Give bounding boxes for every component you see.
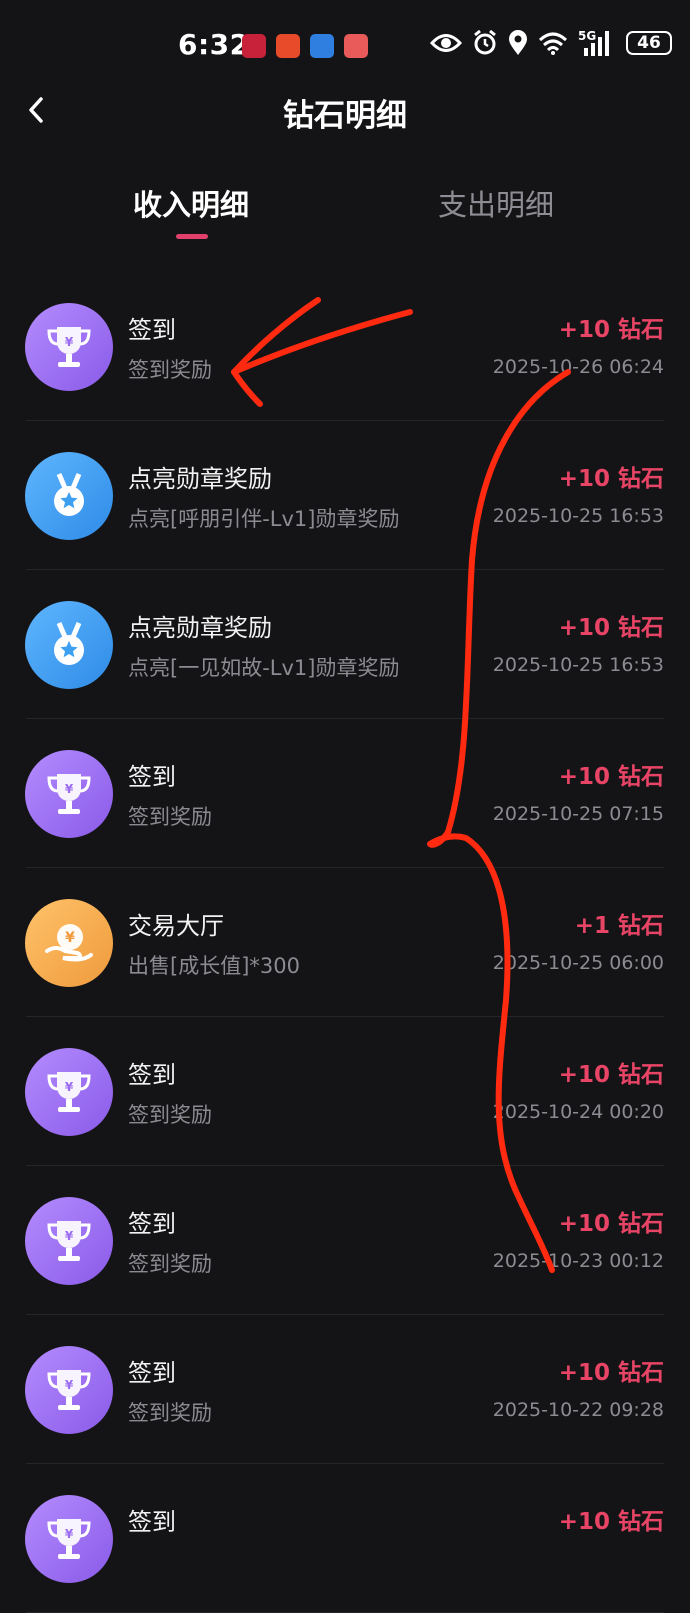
record-amount: +10 钻石 <box>558 466 664 492</box>
record-subtitle: 签到奖励 <box>128 1103 212 1127</box>
record-date: 2025-10-22 09:28 <box>492 1399 664 1421</box>
list-item[interactable]: ¥ 交易大厅 出售[成长值]*300 +1 钻石 2025-10-25 06:0… <box>0 868 690 1017</box>
list-item[interactable]: ¥ 签到 +10 钻石 <box>0 1464 690 1613</box>
coin-hand-icon: ¥ <box>25 899 113 987</box>
record-title: 点亮勋章奖励 <box>128 465 272 493</box>
record-amount: +10 钻石 <box>558 615 664 641</box>
wifi-icon <box>538 31 568 55</box>
list-item[interactable]: 点亮勋章奖励 点亮[呼朋引伴-Lv1]勋章奖励 +10 钻石 2025-10-2… <box>0 421 690 570</box>
record-title: 签到 <box>128 763 176 791</box>
record-amount: +10 钻石 <box>558 1211 664 1237</box>
trophy-icon: ¥ <box>25 1346 113 1434</box>
notification-app-icons <box>242 34 368 58</box>
record-title: 签到 <box>128 1508 176 1536</box>
income-record-list: ¥ 签到 签到奖励 +10 钻石 2025-10-26 06:24 点亮勋章奖励… <box>0 272 690 1613</box>
record-date: 2025-10-25 07:15 <box>492 803 664 825</box>
record-subtitle: 出售[成长值]*300 <box>128 954 300 978</box>
record-subtitle: 签到奖励 <box>128 805 212 829</box>
svg-text:¥: ¥ <box>65 1378 74 1392</box>
record-subtitle: 签到奖励 <box>128 1252 212 1276</box>
record-subtitle: 点亮[一见如故-Lv1]勋章奖励 <box>128 656 400 680</box>
list-item[interactable]: ¥ 签到 签到奖励 +10 钻石 2025-10-23 00:12 <box>0 1166 690 1315</box>
tab-expense[interactable]: 支出明细 <box>438 182 554 224</box>
status-icons: 5G 46 <box>430 30 672 56</box>
svg-text:¥: ¥ <box>65 1527 74 1541</box>
record-subtitle: 签到奖励 <box>128 358 212 382</box>
trophy-icon: ¥ <box>25 1197 113 1285</box>
trophy-icon: ¥ <box>25 1048 113 1136</box>
trophy-icon: ¥ <box>25 750 113 838</box>
status-time: 6:32 <box>178 28 250 61</box>
svg-text:¥: ¥ <box>65 930 75 946</box>
weather-app-icon <box>310 34 334 58</box>
medal-icon <box>25 452 113 540</box>
record-date: 2025-10-25 06:00 <box>492 952 664 974</box>
record-amount: +10 钻石 <box>558 1062 664 1088</box>
page-header: 钻石明细 <box>0 80 690 140</box>
alarm-icon <box>472 30 498 56</box>
record-date: 2025-10-25 16:53 <box>492 505 664 527</box>
record-title: 签到 <box>128 1061 176 1089</box>
list-item[interactable]: ¥ 签到 签到奖励 +10 钻石 2025-10-25 07:15 <box>0 719 690 868</box>
record-date: 2025-10-25 16:53 <box>492 654 664 676</box>
record-amount: +10 钻石 <box>558 764 664 790</box>
record-subtitle: 签到奖励 <box>128 1401 212 1425</box>
list-item[interactable]: ¥ 签到 签到奖励 +10 钻石 2025-10-22 09:28 <box>0 1315 690 1464</box>
app-icon-1 <box>242 34 266 58</box>
signal-icon: 5G <box>578 30 612 56</box>
record-date: 2025-10-26 06:24 <box>492 356 664 378</box>
active-tab-indicator <box>176 234 208 239</box>
battery-icon: 46 <box>626 31 672 55</box>
detail-tabs: 收入明细 支出明细 <box>0 182 690 242</box>
record-title: 签到 <box>128 1359 176 1387</box>
page-title: 钻石明细 <box>283 98 407 134</box>
record-amount: +1 钻石 <box>574 913 664 939</box>
location-icon <box>508 30 528 56</box>
tab-income[interactable]: 收入明细 <box>133 182 249 224</box>
medal-icon <box>25 601 113 689</box>
svg-text:¥: ¥ <box>65 782 74 796</box>
app-icon-2 <box>276 34 300 58</box>
record-amount: +10 钻石 <box>558 317 664 343</box>
record-date: 2025-10-23 00:12 <box>492 1250 664 1272</box>
record-amount: +10 钻石 <box>558 1509 664 1535</box>
list-item[interactable]: 点亮勋章奖励 点亮[一见如故-Lv1]勋章奖励 +10 钻石 2025-10-2… <box>0 570 690 719</box>
record-subtitle: 点亮[呼朋引伴-Lv1]勋章奖励 <box>128 507 400 531</box>
record-title: 交易大厅 <box>128 912 224 940</box>
svg-text:¥: ¥ <box>65 1229 74 1243</box>
list-item[interactable]: ¥ 签到 签到奖励 +10 钻石 2025-10-26 06:24 <box>0 272 690 421</box>
trophy-icon: ¥ <box>25 1495 113 1583</box>
svg-text:¥: ¥ <box>65 1080 74 1094</box>
list-item[interactable]: ¥ 签到 签到奖励 +10 钻石 2025-10-24 00:20 <box>0 1017 690 1166</box>
record-title: 签到 <box>128 316 176 344</box>
record-title: 点亮勋章奖励 <box>128 614 272 642</box>
status-bar: 6:32 5G 46 <box>0 0 690 90</box>
record-amount: +10 钻石 <box>558 1360 664 1386</box>
network-type-label: 5G <box>578 29 597 43</box>
record-date: 2025-10-24 00:20 <box>492 1101 664 1123</box>
trophy-icon: ¥ <box>25 303 113 391</box>
eye-icon <box>430 32 462 54</box>
app-icon-4 <box>344 34 368 58</box>
record-title: 签到 <box>128 1210 176 1238</box>
svg-text:¥: ¥ <box>65 335 74 349</box>
